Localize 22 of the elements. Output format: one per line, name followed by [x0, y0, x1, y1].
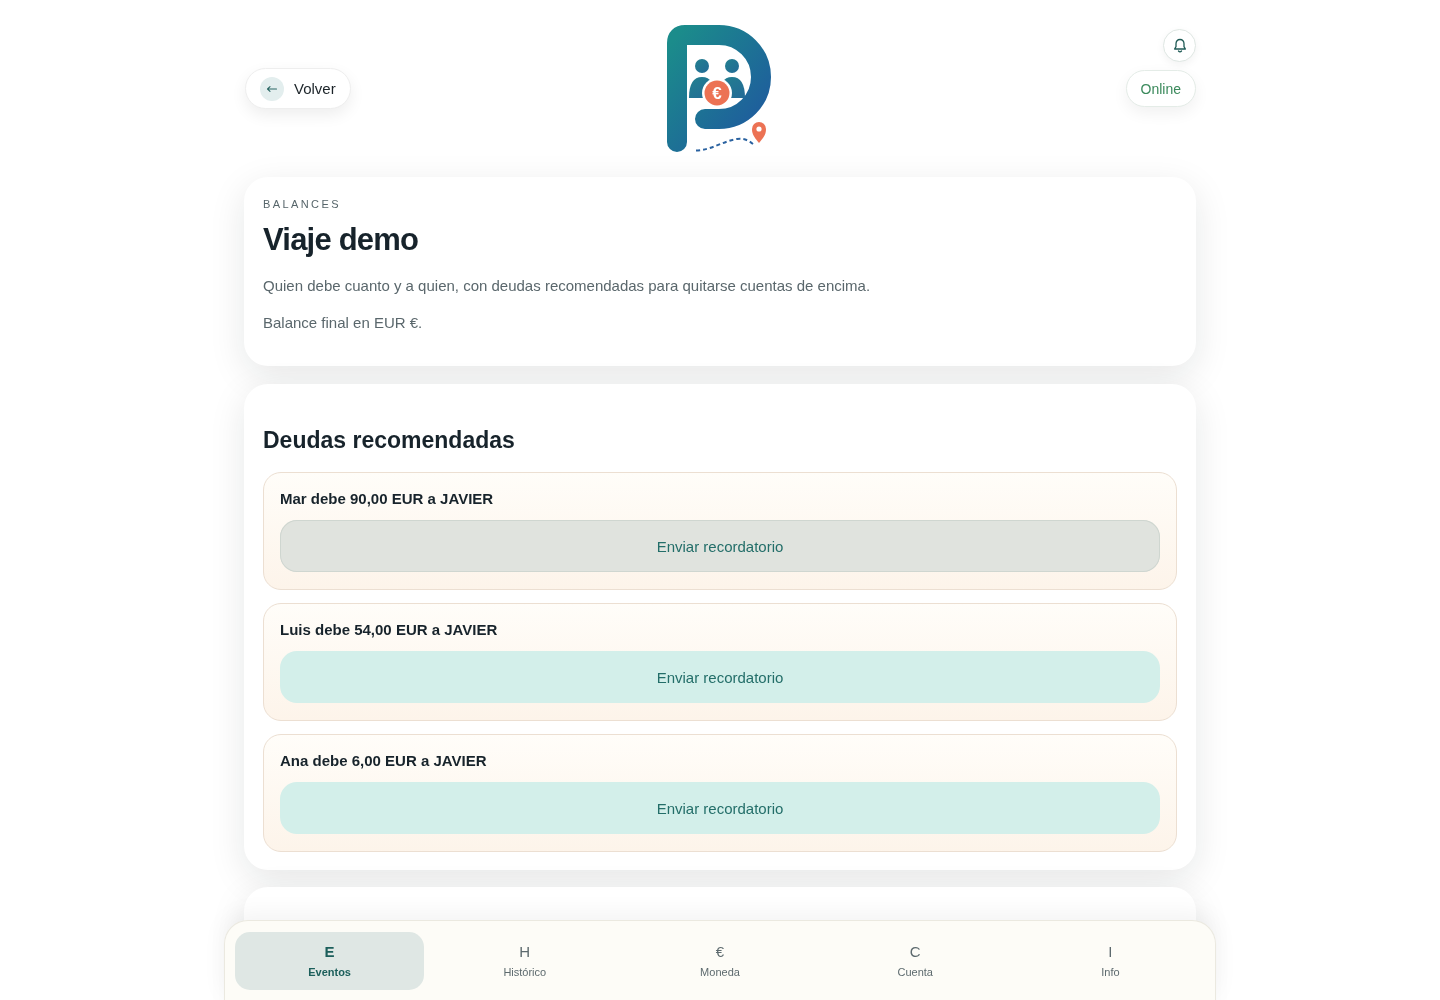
page-title: Viaje demo	[263, 222, 420, 258]
arrow-left-icon	[260, 76, 284, 101]
section-title: Deudas recomendadas	[263, 426, 516, 454]
description-text: Quien debe cuanto y a quien, con deudas recomendadas para quitarse cuentas de encima.	[263, 276, 872, 296]
reminder-button[interactable]: Enviar recordatorio	[280, 520, 1160, 572]
notifications-button[interactable]	[1163, 29, 1196, 62]
reminder-button[interactable]: Enviar recordatorio	[280, 651, 1160, 703]
debt-text: Mar debe 90,00 EUR a JAVIER	[280, 490, 495, 508]
nav-tab[interactable]: H Histórico	[430, 932, 620, 990]
nav-tab[interactable]: I Info	[1015, 932, 1205, 990]
logo: €	[666, 25, 774, 152]
connection-status: Online	[1125, 70, 1196, 107]
debt-text: Ana debe 6,00 EUR a JAVIER	[280, 752, 488, 770]
bell-icon	[1171, 37, 1188, 54]
reminder-button[interactable]: Enviar recordatorio	[280, 782, 1160, 834]
currency-note: Balance final en EUR €.	[263, 313, 424, 333]
back-button[interactable]: Volver	[245, 68, 351, 109]
nav-tab[interactable]: € Moneda	[625, 932, 815, 990]
section-label: BALANCES	[263, 197, 342, 211]
nav-tab[interactable]: C Cuenta	[820, 932, 1010, 990]
debt-text: Luis debe 54,00 EUR a JAVIER	[280, 621, 499, 639]
nav-tab[interactable]: E Eventos	[235, 932, 425, 990]
